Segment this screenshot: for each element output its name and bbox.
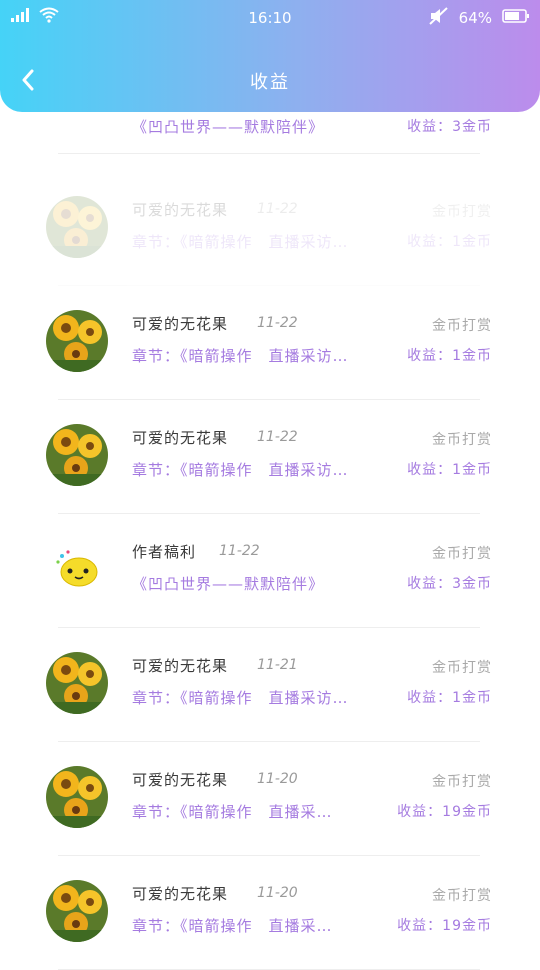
chapter-text: 章节：《暗箭操作 直播采… <box>132 803 333 821</box>
record-date: 11-20 <box>257 771 298 787</box>
record-type: 金币打赏 <box>432 546 492 562</box>
status-bar: 16:10 64% <box>0 0 540 36</box>
battery-percent: 64% <box>458 9 492 27</box>
earning-text: 收益：1金币 <box>407 462 492 478</box>
list-item[interactable]: 可爱的无花果 11-22 金币打赏 章节：《暗箭操作 直播采访… 收益：1金币 <box>0 286 540 400</box>
earning-text: 收益：3金币 <box>407 119 492 135</box>
avatar <box>46 196 108 258</box>
avatar <box>46 310 108 372</box>
avatar <box>46 766 108 828</box>
record-type: 金币打赏 <box>432 318 492 334</box>
avatar <box>46 538 108 600</box>
earning-text: 收益：19金币 <box>397 804 492 820</box>
flower-avatar-icon <box>46 424 108 486</box>
divider <box>58 153 480 154</box>
list-item[interactable]: 可爱的无花果 11-22 金币打赏 章节：《暗箭操作 直播采访… 收益：1金币 <box>0 400 540 514</box>
chapter-text: 章节：《暗箭操作 直播采访… <box>132 233 349 251</box>
user-name: 可爱的无花果 <box>132 885 229 903</box>
earning-text: 收益：1金币 <box>407 348 492 364</box>
emoji-avatar-icon <box>46 538 108 600</box>
flower-avatar-icon <box>46 766 108 828</box>
user-name: 可爱的无花果 <box>132 771 229 789</box>
chapter-text: 章节：《暗箭操作 直播采… <box>132 917 333 935</box>
status-right: 64% <box>428 7 530 29</box>
record-type: 金币打赏 <box>432 774 492 790</box>
record-type: 金币打赏 <box>432 204 492 220</box>
earnings-list: 《凹凸世界——默默陪伴》 收益：3金币 可爱的无花果 11-22 金币打赏 章节… <box>0 0 540 970</box>
record-date: 11-22 <box>257 429 298 445</box>
chapter-text: 章节：《暗箭操作 直播采访… <box>132 461 349 479</box>
record-type: 金币打赏 <box>432 660 492 676</box>
record-date: 11-21 <box>257 657 298 673</box>
earning-text: 收益：3金币 <box>407 576 492 592</box>
flower-avatar-icon <box>46 880 108 942</box>
avatar <box>46 880 108 942</box>
avatar <box>46 652 108 714</box>
user-name: 作者稿利 <box>132 543 197 561</box>
user-name: 可爱的无花果 <box>132 429 229 447</box>
record-type: 金币打赏 <box>432 432 492 448</box>
battery-icon <box>502 8 530 28</box>
earning-text: 收益：1金币 <box>407 690 492 706</box>
record-date: 11-20 <box>257 885 298 901</box>
record-date: 11-22 <box>257 201 298 217</box>
flower-avatar-icon <box>46 310 108 372</box>
avatar <box>46 424 108 486</box>
chapter-text: 章节：《暗箭操作 直播采访… <box>132 347 349 365</box>
user-name: 可爱的无花果 <box>132 315 229 333</box>
page-title: 收益 <box>250 72 290 93</box>
flower-avatar-icon <box>46 196 108 258</box>
earning-text: 收益：1金币 <box>407 234 492 250</box>
list-item[interactable]: 可爱的无花果 11-21 金币打赏 章节：《暗箭操作 直播采访… 收益：1金币 <box>0 628 540 742</box>
chapter-text: 《凹凸世界——默默陪伴》 <box>132 118 325 136</box>
list-item[interactable]: 可爱的无花果 11-20 金币打赏 章节：《暗箭操作 直播采… 收益：19金币 <box>0 742 540 856</box>
chapter-text: 《凹凸世界——默默陪伴》 <box>132 575 325 593</box>
record-date: 11-22 <box>257 315 298 331</box>
app-header: 16:10 64% 收益 <box>0 0 540 112</box>
chapter-text: 章节：《暗箭操作 直播采访… <box>132 689 349 707</box>
list-item[interactable]: 作者稿利 11-22 金币打赏 《凹凸世界——默默陪伴》 收益：3金币 <box>0 514 540 628</box>
user-name: 可爱的无花果 <box>132 657 229 675</box>
flower-avatar-icon <box>46 652 108 714</box>
record-date: 11-22 <box>219 543 260 559</box>
mute-icon <box>428 7 449 29</box>
user-name: 可爱的无花果 <box>132 201 229 219</box>
list-item[interactable]: 可爱的无花果 11-22 金币打赏 章节：《暗箭操作 直播采访… 收益：1金币 <box>0 172 540 286</box>
earning-text: 收益：19金币 <box>397 918 492 934</box>
list-item[interactable]: 可爱的无花果 11-20 金币打赏 章节：《暗箭操作 直播采… 收益：19金币 <box>0 856 540 970</box>
record-type: 金币打赏 <box>432 888 492 904</box>
